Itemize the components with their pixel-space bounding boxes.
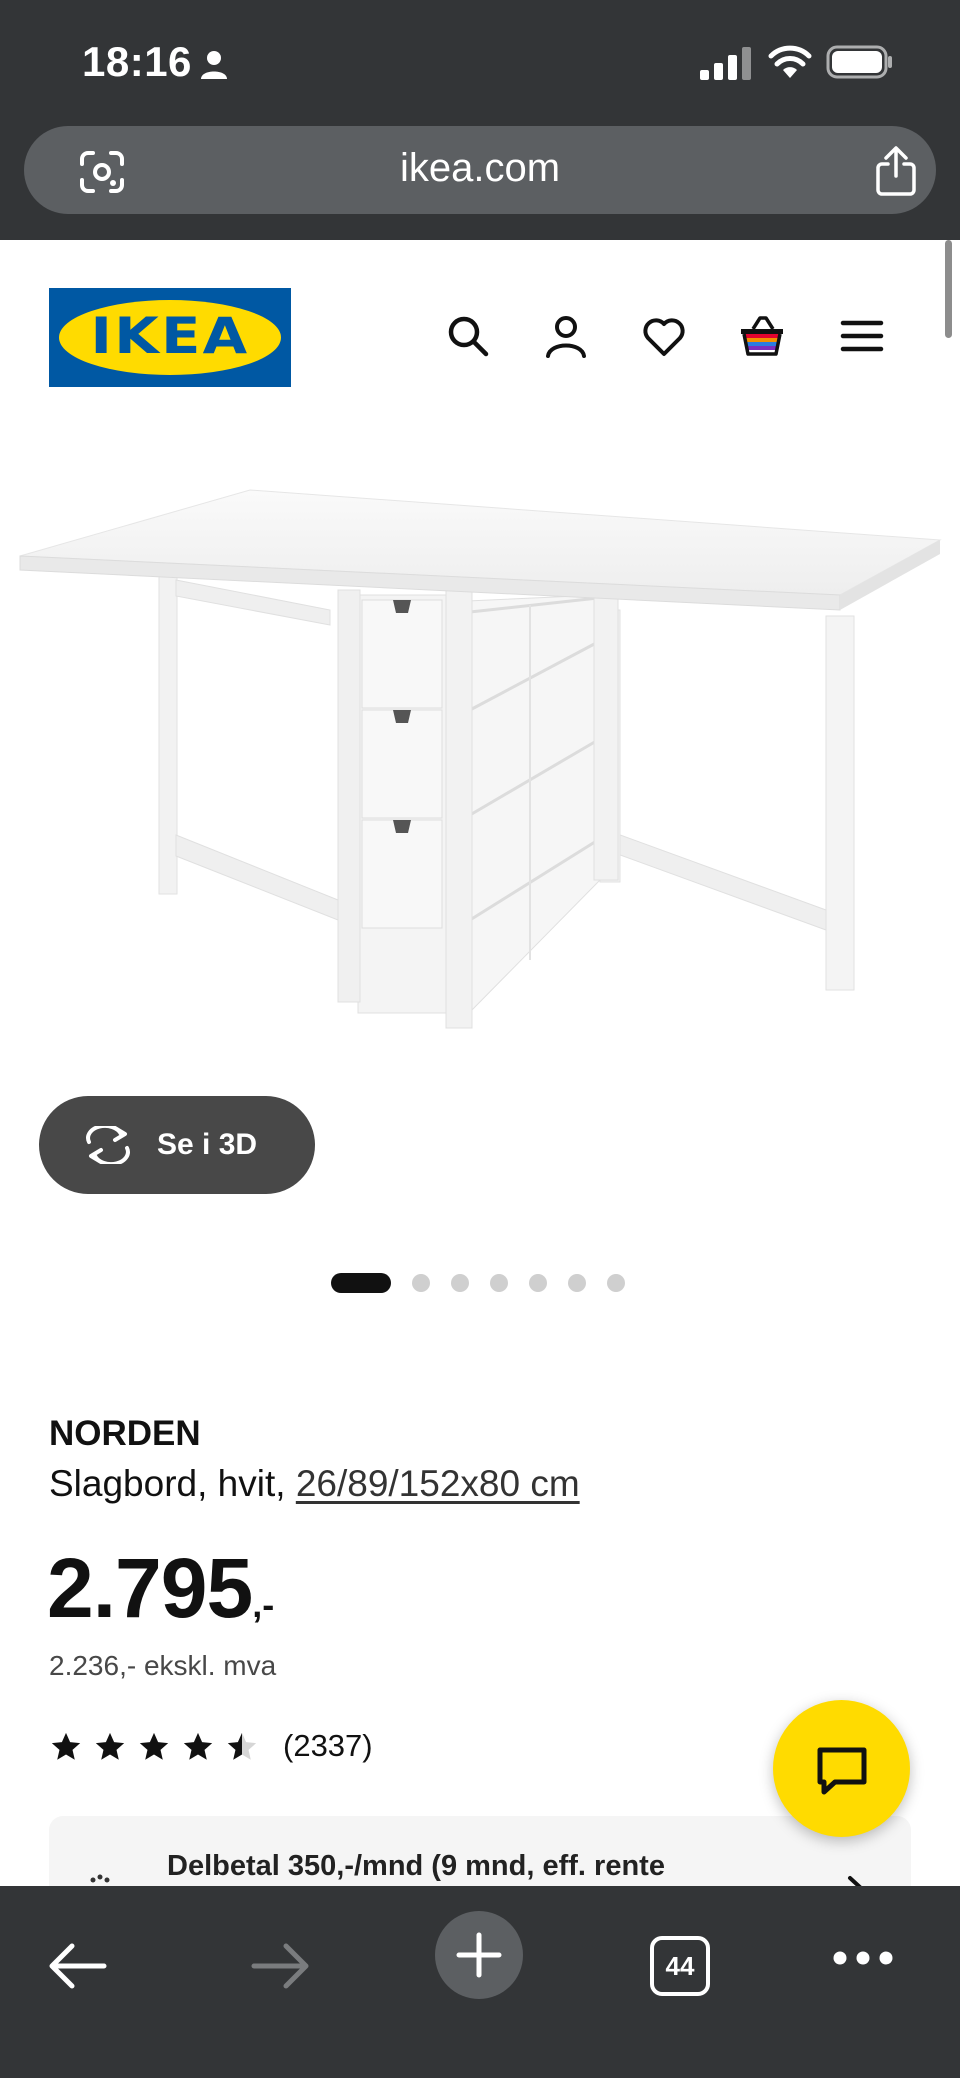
new-tab-button[interactable] <box>435 1911 523 1999</box>
financing-text: Delbetal 350,-/mnd (9 mnd, eff. rente <box>167 1850 665 1882</box>
price-ex-vat: 2.236,- ekskl. mva <box>49 1650 277 1681</box>
more-options-icon[interactable] <box>832 1950 894 1966</box>
product-price: 2.795,- <box>47 1540 274 1637</box>
pagination-dot[interactable] <box>529 1274 547 1292</box>
view-in-3d-label: Se i 3D <box>157 1128 258 1161</box>
account-icon[interactable] <box>542 312 590 360</box>
shopping-basket-icon[interactable] <box>738 312 786 360</box>
page-scroll-indicator <box>945 240 952 338</box>
star-half-icon <box>227 1732 257 1760</box>
product-type: Slagbord, hvit, <box>49 1463 286 1504</box>
pagination-dot[interactable] <box>568 1274 586 1292</box>
star-full-icon <box>51 1732 81 1760</box>
browser-toolbar: 44 <box>0 1886 960 2078</box>
url-field[interactable]: ikea.com <box>24 126 936 214</box>
product-image[interactable] <box>0 420 960 1060</box>
pagination-dot[interactable] <box>607 1274 625 1292</box>
menu-hamburger-icon[interactable] <box>838 312 886 360</box>
product-name: NORDEN <box>49 1414 201 1453</box>
status-time: 18:16 <box>82 38 192 85</box>
plus-icon <box>456 1932 502 1978</box>
chat-bubble-icon <box>817 1747 867 1795</box>
star-full-icon <box>95 1732 125 1760</box>
logo-wordmark: IKEA <box>90 307 250 365</box>
pagination-dot[interactable] <box>451 1274 469 1292</box>
forward-arrow-icon[interactable] <box>248 1938 312 1994</box>
pagination-dot[interactable] <box>412 1274 430 1292</box>
price-suffix: ,- <box>252 1584 275 1625</box>
rotate-3d-icon <box>86 1126 130 1164</box>
cellular-signal-icon <box>700 47 751 80</box>
price-main: 2.795 <box>47 1541 253 1635</box>
status-bar: 18:16 <box>0 0 960 124</box>
ikea-logo[interactable]: IKEA <box>49 288 291 387</box>
gallery-pagination <box>0 1272 960 1294</box>
view-in-3d-button[interactable]: Se i 3D <box>39 1096 315 1194</box>
person-icon <box>201 51 227 79</box>
chat-button[interactable] <box>773 1700 910 1837</box>
pagination-dot[interactable] <box>490 1274 508 1292</box>
product-measurements-link[interactable]: 26/89/152x80 cm <box>296 1463 580 1504</box>
wifi-icon <box>768 45 812 78</box>
favourites-heart-icon[interactable] <box>640 312 688 360</box>
url-text[interactable]: ikea.com <box>24 146 936 191</box>
pagination-dot-active[interactable] <box>331 1273 391 1293</box>
tab-switcher-button[interactable]: 44 <box>650 1936 710 1996</box>
back-arrow-icon[interactable] <box>46 1938 110 1994</box>
star-full-icon <box>139 1732 169 1760</box>
search-icon[interactable] <box>444 312 492 360</box>
share-icon[interactable] <box>874 146 918 196</box>
rating-count[interactable]: (2337) <box>283 1728 373 1764</box>
browser-address-bar: ikea.com <box>0 124 960 240</box>
star-full-icon <box>183 1732 213 1760</box>
battery-icon <box>826 45 892 79</box>
product-description: Slagbord, hvit, 26/89/152x80 cm <box>49 1463 580 1505</box>
